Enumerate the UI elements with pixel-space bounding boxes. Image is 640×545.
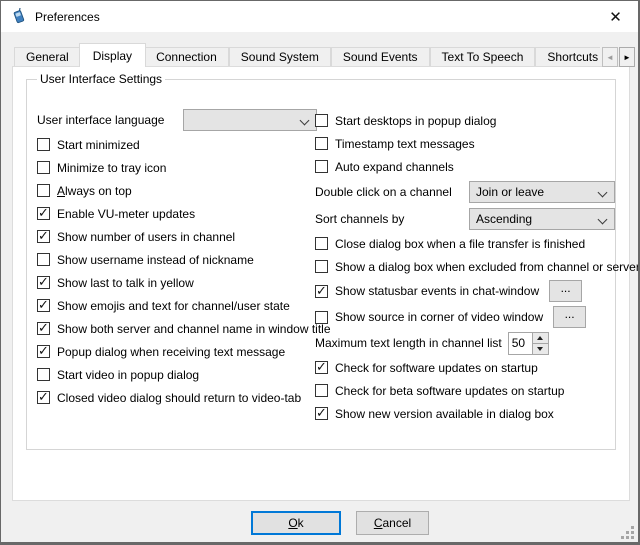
option-row: Start minimized <box>37 133 317 156</box>
video-source-row: Show source in corner of video window ..… <box>315 304 615 330</box>
option-row: Closed video dialog should return to vid… <box>37 386 317 409</box>
option-row: Show a dialog box when excluded from cha… <box>315 255 615 278</box>
double-click-label: Double click on a channel <box>315 185 452 199</box>
checkbox[interactable] <box>315 260 328 273</box>
chevron-down-icon <box>300 116 310 126</box>
double-click-row: Double click on a channel Join or leave <box>315 178 615 205</box>
checkbox[interactable] <box>37 322 50 335</box>
option-row: Start video in popup dialog <box>37 363 317 386</box>
sort-channels-row: Sort channels by Ascending <box>315 205 615 232</box>
max-text-length-label: Maximum text length in channel list <box>315 336 502 350</box>
checkbox[interactable] <box>315 114 328 127</box>
tab-sound-system[interactable]: Sound System <box>229 47 331 67</box>
double-click-combobox[interactable]: Join or leave <box>469 181 615 203</box>
option-row: Show last to talk in yellow <box>37 271 317 294</box>
tab-connection[interactable]: Connection <box>144 47 229 67</box>
spinner-value[interactable]: 50 <box>509 333 532 354</box>
option-row: Show emojis and text for channel/user st… <box>37 294 317 317</box>
option-row: Check for beta software updates on start… <box>315 379 615 402</box>
titlebar: Preferences ✕ <box>1 1 638 32</box>
checkbox[interactable] <box>37 230 50 243</box>
option-row: Show username instead of nickname <box>37 248 317 271</box>
language-label: User interface language <box>37 113 164 127</box>
tab-scroll-right-icon[interactable]: ► <box>619 47 635 67</box>
display-tab-page: User Interface Settings User interface l… <box>12 66 630 501</box>
spinner-up-icon[interactable] <box>533 333 548 344</box>
option-row: Popup dialog when receiving text message <box>37 340 317 363</box>
spinner-down-icon[interactable] <box>533 344 548 354</box>
checkbox[interactable] <box>315 285 328 298</box>
chevron-down-icon <box>598 214 608 224</box>
groupbox-title: User Interface Settings <box>37 72 165 86</box>
app-icon <box>10 8 27 25</box>
language-row: User interface language <box>37 107 317 133</box>
preferences-dialog: Preferences ✕ General Display Connection… <box>0 0 640 545</box>
checkbox[interactable] <box>37 138 50 151</box>
checkbox[interactable] <box>315 407 328 420</box>
checkbox[interactable] <box>37 161 50 174</box>
tab-general[interactable]: General <box>14 47 81 67</box>
checkbox[interactable] <box>37 253 50 266</box>
checkbox[interactable] <box>315 384 328 397</box>
max-text-length-spinner[interactable]: 50 <box>508 332 549 355</box>
option-row: Close dialog box when a file transfer is… <box>315 232 615 255</box>
option-row: Minimize to tray icon <box>37 156 317 179</box>
window-title: Preferences <box>35 10 100 24</box>
cancel-button[interactable]: Cancel <box>356 511 429 535</box>
tab-shortcuts[interactable]: Shortcuts <box>535 47 600 67</box>
sort-channels-label: Sort channels by <box>315 212 404 226</box>
tab-text-to-speech[interactable]: Text To Speech <box>430 47 536 67</box>
checkbox[interactable] <box>315 311 328 324</box>
checkbox[interactable] <box>37 391 50 404</box>
option-row: Show both server and channel name in win… <box>37 317 317 340</box>
checkbox[interactable] <box>37 345 50 358</box>
option-row: Always on top <box>37 179 317 202</box>
tab-sound-events[interactable]: Sound Events <box>331 47 430 67</box>
option-row: Show new version available in dialog box <box>315 402 615 425</box>
chevron-down-icon <box>598 187 608 197</box>
ok-button[interactable]: Ok <box>251 511 341 535</box>
option-row: Start desktops in popup dialog <box>315 109 615 132</box>
checkbox[interactable] <box>37 184 50 197</box>
tab-scroll-left-icon[interactable]: ◄ <box>602 47 618 67</box>
option-row: Enable VU-meter updates <box>37 202 317 225</box>
checkbox[interactable] <box>37 276 50 289</box>
language-combobox[interactable] <box>183 109 317 131</box>
checkbox[interactable] <box>37 368 50 381</box>
checkbox[interactable] <box>37 299 50 312</box>
checkbox[interactable] <box>315 237 328 250</box>
max-text-length-row: Maximum text length in channel list 50 <box>315 330 615 356</box>
right-column: Start desktops in popup dialog Timestamp… <box>315 109 615 425</box>
video-source-ellipsis-button[interactable]: ... <box>553 306 586 328</box>
checkbox[interactable] <box>37 207 50 220</box>
statusbar-events-row: Show statusbar events in chat-window ... <box>315 278 615 304</box>
option-row: Check for software updates on startup <box>315 356 615 379</box>
left-column: User interface language Start minimized … <box>37 107 317 409</box>
ui-settings-groupbox: User Interface Settings User interface l… <box>26 79 616 450</box>
option-row: Timestamp text messages <box>315 132 615 155</box>
statusbar-events-ellipsis-button[interactable]: ... <box>549 280 582 302</box>
close-icon[interactable]: ✕ <box>593 1 638 32</box>
checkbox[interactable] <box>315 160 328 173</box>
checkbox[interactable] <box>315 137 328 150</box>
resize-grip[interactable] <box>622 527 634 539</box>
checkbox[interactable] <box>315 361 328 374</box>
tab-display[interactable]: Display <box>79 43 146 67</box>
sort-channels-combobox[interactable]: Ascending <box>469 208 615 230</box>
option-row: Auto expand channels <box>315 155 615 178</box>
tab-bar: General Display Connection Sound System … <box>14 43 600 67</box>
option-row: Show number of users in channel <box>37 225 317 248</box>
